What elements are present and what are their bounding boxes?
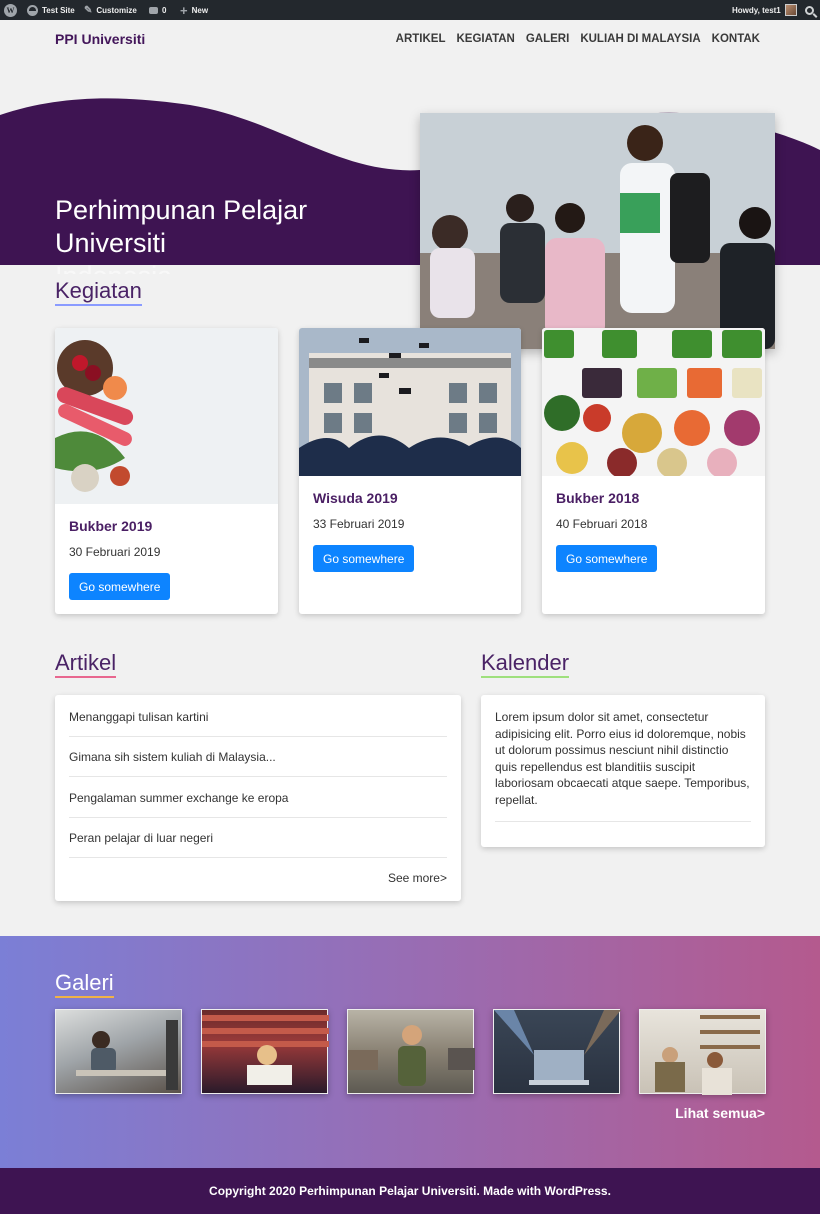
hero-title-overflow: Indonesia [55, 260, 172, 274]
card-image-fruits [55, 328, 278, 504]
kegiatan-card: Wisuda 2019 33 Februari 2019 Go somewher… [299, 328, 521, 614]
artikel-list-item[interactable]: Menanggapi tulisan kartini [69, 697, 447, 737]
heading-underline [55, 676, 117, 678]
card-title[interactable]: Bukber 2019 [69, 518, 152, 534]
nav-item-kontak[interactable]: KONTAK [712, 33, 760, 45]
nav-item-galeri[interactable]: GALERI [526, 33, 569, 45]
go-somewhere-button[interactable]: Go somewhere [313, 545, 415, 572]
gallery-thumbnail[interactable] [639, 1009, 766, 1095]
lihat-semua-link[interactable]: Lihat semua> [675, 1105, 765, 1121]
heading-underline [55, 304, 142, 306]
galeri-heading-text: Galeri [55, 970, 114, 995]
kalender-panel: Lorem ipsum dolor sit amet, consectetur … [481, 695, 765, 847]
divider [495, 821, 751, 822]
admin-site-link[interactable]: Test Site [27, 0, 75, 20]
gallery-thumbnail[interactable] [493, 1009, 621, 1094]
comment-icon [149, 6, 158, 14]
brush-icon: ✎ [84, 4, 93, 16]
admin-customize-link[interactable]: ✎ Customize [84, 0, 137, 20]
artikel-heading-text: Artikel [55, 650, 117, 675]
kegiatan-card: Bukber 2019 30 Februari 2019 Go somewher… [55, 328, 278, 614]
avatar [784, 4, 797, 16]
admin-comments-count: 0 [162, 5, 167, 15]
artikel-heading: Artikel [55, 650, 117, 678]
gallery-thumbnail[interactable] [201, 1009, 329, 1094]
kalender-heading-text: Kalender [481, 650, 570, 675]
kalender-text: Lorem ipsum dolor sit amet, consectetur … [495, 710, 750, 807]
hero-title: Perhimpunan Pelajar Universiti [55, 195, 308, 258]
card-date: 30 Februari 2019 [69, 545, 161, 559]
gallery-thumbnail[interactable] [347, 1009, 475, 1094]
artikel-panel: Menanggapi tulisan kartini Gimana sih si… [55, 695, 461, 901]
admin-new-label: New [191, 5, 209, 15]
galeri-heading: Galeri [55, 970, 114, 998]
gallery-thumbnail[interactable] [55, 1009, 182, 1094]
admin-new-link[interactable]: + New [180, 0, 208, 20]
footer-copyright: Copyright 2020 Perhimpunan Pelajar Unive… [209, 1184, 611, 1198]
artikel-list-item[interactable]: Pengalaman summer exchange ke eropa [69, 778, 447, 818]
kegiatan-heading: Kegiatan [55, 278, 142, 306]
admin-account-link[interactable]: Howdy, test1 [732, 0, 797, 20]
nav-item-kuliah[interactable]: KULIAH DI MALAYSIA [580, 33, 700, 45]
artikel-list-item[interactable]: Gimana sih sistem kuliah di Malaysia... [69, 737, 447, 777]
wordpress-icon[interactable]: W [4, 0, 17, 20]
admin-search-button[interactable] [805, 0, 814, 20]
site-brand[interactable]: PPI Universiti [55, 31, 145, 47]
dashboard-icon [27, 4, 38, 16]
card-date: 33 Februari 2019 [313, 517, 405, 531]
go-somewhere-button[interactable]: Go somewhere [69, 573, 171, 600]
artikel-list-item[interactable]: Peran pelajar di luar negeri [69, 818, 447, 858]
main-nav: ARTIKEL KEGIATAN GALERI KULIAH DI MALAYS… [396, 33, 760, 45]
wp-admin-bar: W Test Site ✎ Customize 0 + New Howdy, t… [0, 0, 820, 20]
admin-customize-label: Customize [96, 5, 137, 15]
go-somewhere-button[interactable]: Go somewhere [556, 545, 658, 572]
admin-site-label: Test Site [42, 5, 75, 15]
heading-underline [55, 996, 114, 998]
kalender-heading: Kalender [481, 650, 570, 678]
hero-photo [420, 113, 775, 349]
card-title[interactable]: Bukber 2018 [556, 490, 639, 506]
nav-item-kegiatan[interactable]: KEGIATAN [457, 33, 515, 45]
nav-item-artikel[interactable]: ARTIKEL [396, 33, 446, 45]
admin-comments-link[interactable]: 0 [149, 0, 166, 20]
card-date: 40 Februari 2018 [556, 517, 648, 531]
footer: Copyright 2020 Perhimpunan Pelajar Unive… [0, 1168, 820, 1214]
heading-underline [481, 676, 570, 678]
card-image-graduation [299, 328, 521, 476]
search-icon [805, 5, 814, 15]
plus-icon: + [180, 2, 188, 18]
kegiatan-card: Bukber 2018 40 Februari 2018 Go somewher… [542, 328, 765, 614]
card-title[interactable]: Wisuda 2019 [313, 490, 398, 506]
admin-howdy-label: Howdy, test1 [732, 5, 781, 15]
kegiatan-heading-text: Kegiatan [55, 278, 142, 303]
card-image-vegetables [542, 328, 765, 478]
see-more-link[interactable]: See more> [388, 871, 447, 885]
